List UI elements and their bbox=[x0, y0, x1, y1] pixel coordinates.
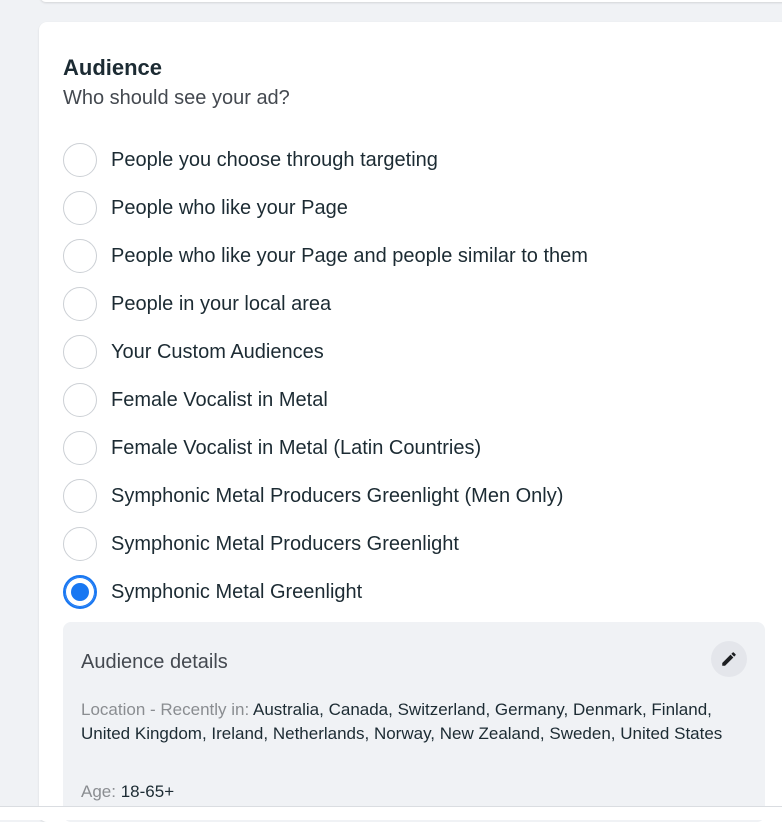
radio-button[interactable] bbox=[63, 383, 97, 417]
audience-option-symphonic-greenlight[interactable]: Symphonic Metal Greenlight bbox=[63, 568, 588, 616]
radio-button[interactable] bbox=[63, 479, 97, 513]
radio-button[interactable] bbox=[63, 287, 97, 321]
location-detail: Location - Recently in: Australia, Canad… bbox=[81, 698, 741, 746]
option-label: Symphonic Metal Greenlight bbox=[111, 580, 363, 603]
edit-audience-button[interactable] bbox=[711, 641, 747, 677]
audience-title: Audience bbox=[63, 55, 163, 80]
radio-button[interactable] bbox=[63, 191, 97, 225]
option-label: Symphonic Metal Producers Greenlight (Me… bbox=[111, 484, 564, 507]
radio-button[interactable] bbox=[63, 527, 97, 561]
audience-option-female-vocalist[interactable]: Female Vocalist in Metal bbox=[63, 376, 588, 424]
audience-option-page-likers-similar[interactable]: People who like your Page and people sim… bbox=[63, 232, 588, 280]
radio-button[interactable] bbox=[63, 335, 97, 369]
audience-subtitle: Who should see your ad? bbox=[63, 87, 290, 109]
audience-option-page-likers[interactable]: People who like your Page bbox=[63, 184, 588, 232]
option-label: Female Vocalist in Metal (Latin Countrie… bbox=[111, 436, 482, 459]
pencil-icon bbox=[722, 652, 736, 666]
option-label: People who like your Page bbox=[111, 196, 348, 219]
audience-option-symphonic-producers-men[interactable]: Symphonic Metal Producers Greenlight (Me… bbox=[63, 472, 588, 520]
option-label: People in your local area bbox=[111, 292, 332, 315]
age-label: Age: bbox=[81, 782, 116, 801]
radio-button[interactable] bbox=[63, 239, 97, 273]
option-label: Your Custom Audiences bbox=[111, 340, 324, 363]
age-detail: Age: 18-65+ bbox=[81, 782, 174, 802]
age-value: 18-65+ bbox=[120, 782, 175, 801]
audience-option-local-area[interactable]: People in your local area bbox=[63, 280, 588, 328]
audience-option-symphonic-producers[interactable]: Symphonic Metal Producers Greenlight bbox=[63, 520, 588, 568]
radio-button[interactable] bbox=[63, 143, 97, 177]
radio-button-selected[interactable] bbox=[63, 575, 97, 609]
audience-radio-group: People you choose through targeting Peop… bbox=[63, 136, 588, 616]
option-label: People who like your Page and people sim… bbox=[111, 244, 588, 267]
radio-button[interactable] bbox=[63, 431, 97, 465]
location-label: Location - Recently in: bbox=[81, 700, 250, 719]
option-label: Symphonic Metal Producers Greenlight bbox=[111, 532, 459, 555]
audience-option-custom-audiences[interactable]: Your Custom Audiences bbox=[63, 328, 588, 376]
bottom-bar bbox=[0, 806, 782, 820]
option-label: Female Vocalist in Metal bbox=[111, 388, 328, 411]
previous-section-card bbox=[40, 0, 782, 2]
audience-option-targeting[interactable]: People you choose through targeting bbox=[63, 136, 588, 184]
audience-card: Audience Who should see your ad? People … bbox=[39, 22, 782, 822]
audience-details-title: Audience details bbox=[81, 651, 228, 673]
option-label: People you choose through targeting bbox=[111, 148, 438, 171]
audience-option-female-vocalist-latin[interactable]: Female Vocalist in Metal (Latin Countrie… bbox=[63, 424, 588, 472]
audience-details-panel: Audience details Location - Recently in:… bbox=[63, 622, 765, 822]
